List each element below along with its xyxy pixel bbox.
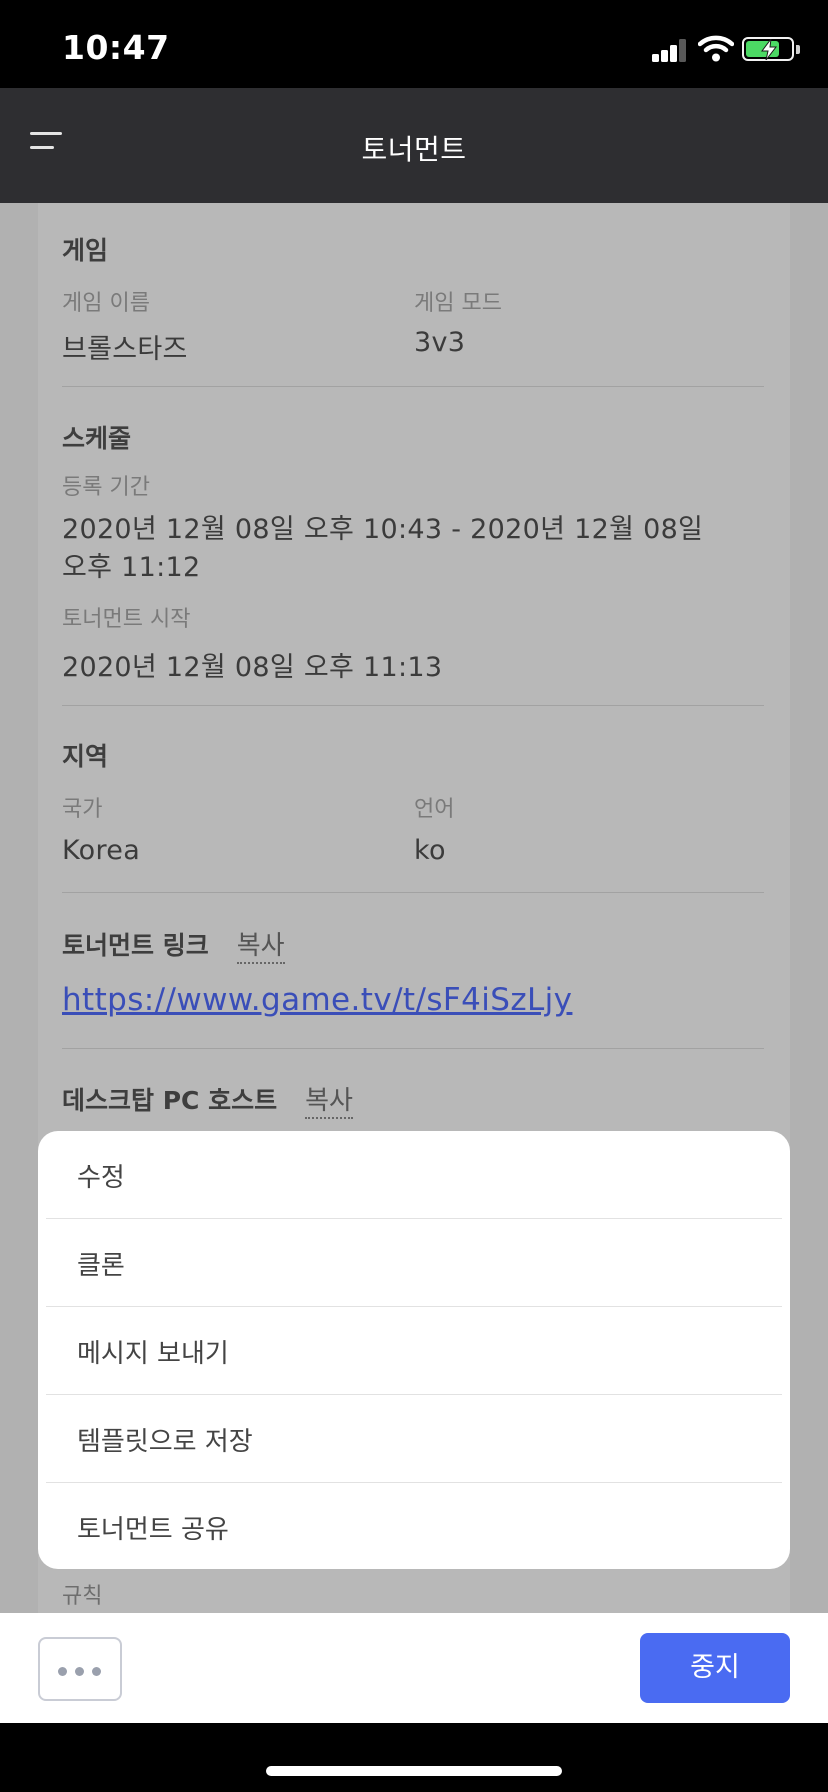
registration-period-value: 2020년 12월 08일 오후 10:43 - 2020년 12월 08일 오…	[62, 511, 764, 587]
copy-host-button[interactable]: 복사	[305, 1086, 353, 1119]
status-bar: 10:47	[0, 0, 828, 88]
more-dot	[92, 1667, 101, 1676]
action-share-tournament-label: 토너먼트 공유	[77, 1515, 229, 1545]
charging-bolt-icon	[761, 39, 778, 60]
app-header: 토너먼트	[0, 88, 828, 203]
more-button[interactable]	[38, 1637, 122, 1701]
more-dot	[75, 1667, 84, 1676]
action-save-template[interactable]: 템플릿으로 저장	[38, 1395, 790, 1483]
divider	[62, 386, 764, 387]
game-mode-value: 3v3	[414, 327, 466, 358]
game-mode-label: 게임 모드	[414, 291, 502, 316]
action-clone-label: 클론	[77, 1251, 125, 1281]
tournament-link-title: 토너먼트 링크	[62, 931, 209, 960]
divider	[62, 892, 764, 893]
rules-label: 규칙	[62, 1584, 103, 1609]
battery-tip	[796, 45, 800, 54]
action-sheet: 수정 클론 메시지 보내기 템플릿으로 저장 토너먼트 공유	[38, 1131, 790, 1569]
game-section: 게임 게임 이름 브롤스타즈 게임 모드 3v3	[62, 231, 764, 365]
language-label: 언어	[414, 797, 455, 822]
wifi-icon	[698, 35, 734, 62]
action-send-message[interactable]: 메시지 보내기	[38, 1307, 790, 1395]
screen: 10:47 토너먼트 게임 게임 이름 브롤스타즈 게임 모드 3v3 스케줄 …	[0, 0, 828, 1792]
status-time: 10:47	[62, 28, 170, 67]
desktop-host-title: 데스크탑 PC 호스트	[62, 1086, 278, 1115]
country-label: 국가	[62, 797, 103, 822]
registration-period-label: 등록 기간	[62, 475, 150, 500]
game-name-value: 브롤스타즈	[62, 334, 188, 365]
action-send-message-label: 메시지 보내기	[77, 1339, 229, 1369]
game-name-label: 게임 이름	[62, 291, 150, 316]
home-indicator[interactable]	[266, 1766, 562, 1776]
action-save-template-label: 템플릿으로 저장	[77, 1427, 253, 1457]
tournament-start-label: 토너먼트 시작	[62, 607, 191, 632]
bottom-action-bar: 중지	[0, 1613, 828, 1723]
action-share-tournament[interactable]: 토너먼트 공유	[38, 1483, 790, 1569]
page-title: 토너먼트	[361, 133, 467, 166]
tournament-link-section: 토너먼트 링크 복사 https://www.game.tv/t/sF4iSzLj…	[62, 925, 764, 1018]
action-clone[interactable]: 클론	[38, 1219, 790, 1307]
copy-link-button[interactable]: 복사	[236, 931, 285, 964]
registration-period-line1: 2020년 12월 08일 오후 10:43 - 2020년 12월 08일	[62, 514, 704, 545]
schedule-section-title: 스케줄	[62, 424, 132, 453]
tournament-url-link[interactable]: https://www.game.tv/t/sF4iSzLjy	[62, 982, 764, 1018]
divider	[62, 705, 764, 706]
tournament-link-header: 토너먼트 링크 복사	[62, 925, 764, 964]
country-value: Korea	[62, 835, 141, 866]
signal-icon	[652, 38, 688, 62]
action-edit[interactable]: 수정	[38, 1131, 790, 1219]
schedule-section: 스케줄 등록 기간 2020년 12월 08일 오후 10:43 - 2020년…	[62, 419, 764, 684]
region-section-title: 지역	[62, 742, 109, 771]
more-horizontal-icon	[58, 1667, 67, 1676]
game-section-title: 게임	[62, 236, 109, 265]
region-section: 지역 국가 Korea 언어 ko	[62, 737, 764, 866]
tournament-start-value: 2020년 12월 08일 오후 11:13	[62, 652, 443, 683]
language-value: ko	[414, 835, 446, 866]
home-indicator-area	[0, 1723, 828, 1792]
stop-button[interactable]: 중지	[640, 1633, 790, 1703]
desktop-host-header: 데스크탑 PC 호스트 복사	[62, 1080, 764, 1119]
desktop-host-section: 데스크탑 PC 호스트 복사	[62, 1080, 764, 1119]
registration-period-line2: 오후 11:12	[62, 552, 201, 583]
divider	[62, 1048, 764, 1049]
action-edit-label: 수정	[77, 1163, 125, 1193]
